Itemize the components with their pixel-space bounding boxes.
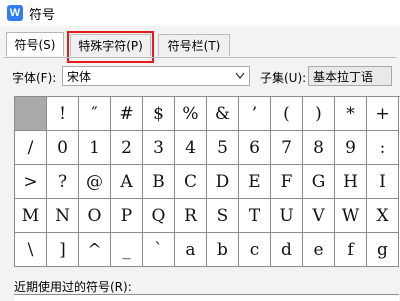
symbol-cell[interactable]: 3 [143, 131, 175, 165]
symbol-cell[interactable]: / [15, 131, 47, 165]
symbol-cell[interactable]: > [15, 165, 47, 199]
font-select-value: 宋体 [67, 69, 92, 84]
title-bar: W 符号 [0, 0, 400, 26]
symbol-cell[interactable]: + [367, 97, 399, 131]
symbol-cell[interactable]: S [207, 199, 239, 233]
subset-select-value: 基本拉丁语 [313, 69, 374, 84]
symbol-cell[interactable]: T [239, 199, 271, 233]
symbol-cell[interactable]: % [175, 97, 207, 131]
symbol-cell[interactable]: A [111, 165, 143, 199]
tab-panel-border [4, 57, 396, 58]
symbol-cell[interactable]: e [303, 233, 335, 267]
symbol-cell[interactable]: d [271, 233, 303, 267]
font-label: 字体(F): [12, 71, 57, 85]
symbol-cell[interactable]: X [367, 199, 399, 233]
symbol-cell[interactable]: ? [47, 165, 79, 199]
tab-symbol-bar[interactable]: 符号栏(T) [158, 34, 230, 56]
symbol-cell[interactable]: H [335, 165, 367, 199]
symbol-cell[interactable]: 5 [207, 131, 239, 165]
symbol-grid: ! ″ # $% &’() * + /0 1 2 3 4 5 6 7 8 9: >? @ A B C D E F G H I M N O P Q… [14, 96, 400, 267]
symbol-cell[interactable]: N [47, 199, 79, 233]
symbol-cell[interactable] [15, 97, 47, 131]
symbol-cell[interactable]: ! [47, 97, 79, 131]
symbol-cell[interactable]: 0 [47, 131, 79, 165]
symbol-cell[interactable]: f [335, 233, 367, 267]
subset-select[interactable]: 基本拉丁语 [308, 66, 392, 86]
symbol-cell[interactable]: 9 [335, 131, 367, 165]
recent-symbols-label: 近期使用过的符号(R): [14, 280, 132, 294]
symbol-cell[interactable]: 7 [271, 131, 303, 165]
symbol-cell[interactable]: ( [271, 97, 303, 131]
symbol-cell[interactable]: _ [111, 233, 143, 267]
symbol-cell[interactable]: 8 [303, 131, 335, 165]
symbol-cell[interactable]: : [367, 131, 399, 165]
symbol-cell[interactable]: P [111, 199, 143, 233]
font-row: 字体(F): 宋体 子集(U): 基本拉丁语 [12, 66, 392, 88]
symbol-cell[interactable]: 1 [79, 131, 111, 165]
symbol-cell[interactable]: ) [303, 97, 335, 131]
symbol-cell[interactable]: M [15, 199, 47, 233]
chevron-down-icon [235, 68, 245, 87]
symbol-cell[interactable]: E [239, 165, 271, 199]
symbol-cell[interactable]: D [207, 165, 239, 199]
font-select[interactable]: 宋体 [62, 66, 250, 86]
subset-label: 子集(U): [260, 71, 307, 85]
symbol-cell[interactable]: I [367, 165, 399, 199]
tab-special-characters[interactable]: 特殊字符(P) [70, 34, 151, 56]
symbol-cell[interactable]: ] [47, 233, 79, 267]
symbol-cell[interactable]: $ [143, 97, 175, 131]
symbol-cell[interactable]: C [175, 165, 207, 199]
symbol-cell[interactable]: 6 [239, 131, 271, 165]
symbol-cell[interactable]: ″ [79, 97, 111, 131]
symbol-cell[interactable]: \ [15, 233, 47, 267]
symbol-cell[interactable]: ’ [239, 97, 271, 131]
symbol-cell[interactable]: # [111, 97, 143, 131]
symbol-cell[interactable]: B [143, 165, 175, 199]
symbol-cell[interactable]: R [175, 199, 207, 233]
tab-strip: 符号(S) 特殊字符(P) 符号栏(T) [0, 32, 400, 58]
symbol-cell[interactable]: & [207, 97, 239, 131]
symbol-cell[interactable]: ^ [79, 233, 111, 267]
symbol-cell[interactable]: F [271, 165, 303, 199]
wps-app-icon: W [7, 5, 23, 21]
symbol-cell[interactable]: Q [143, 199, 175, 233]
symbol-cell[interactable]: g [367, 233, 399, 267]
symbol-cell[interactable]: 4 [175, 131, 207, 165]
symbol-cell[interactable]: W [335, 199, 367, 233]
symbol-cell[interactable]: a [175, 233, 207, 267]
symbol-cell[interactable]: G [303, 165, 335, 199]
tab-symbols[interactable]: 符号(S) [6, 32, 64, 56]
window-title: 符号 [29, 7, 56, 23]
symbol-cell[interactable]: @ [79, 165, 111, 199]
symbol-cell[interactable]: * [335, 97, 367, 131]
symbol-cell[interactable]: b [207, 233, 239, 267]
symbol-cell[interactable]: O [79, 199, 111, 233]
symbol-cell[interactable]: ` [143, 233, 175, 267]
symbol-cell[interactable]: U [271, 199, 303, 233]
symbol-cell[interactable]: V [303, 199, 335, 233]
symbol-cell[interactable]: c [239, 233, 271, 267]
symbol-cell[interactable]: 2 [111, 131, 143, 165]
